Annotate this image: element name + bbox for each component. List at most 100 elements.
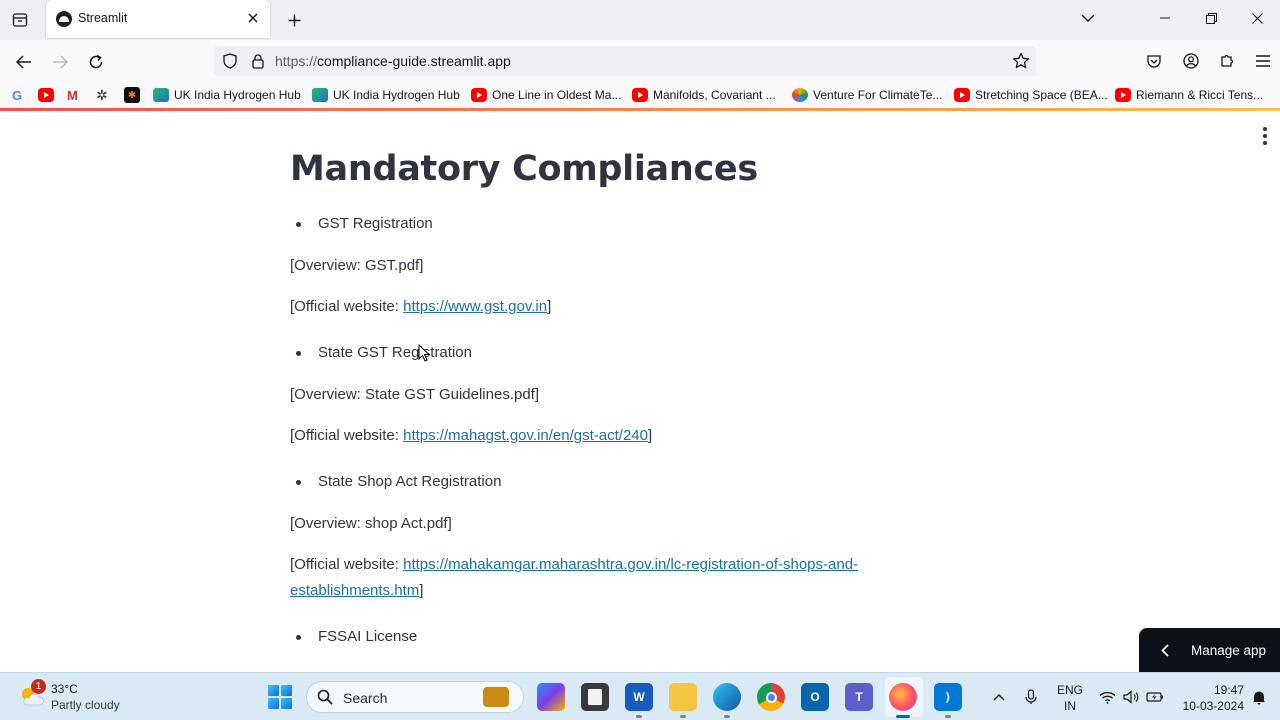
show-hidden-icons-chevron-up-icon[interactable] — [990, 688, 1008, 706]
list-all-tabs-chevron-down-icon[interactable] — [1078, 8, 1098, 28]
browser-tab-bar: Streamlit — [0, 0, 1280, 40]
list-item-state-gst-registration: State GST Registration — [296, 344, 472, 361]
file-explorer-icon[interactable] — [669, 683, 697, 718]
website-prefix: [Official website: — [290, 556, 404, 573]
url-text: https://compliance-guide.streamlit.app — [275, 53, 511, 69]
microphone-icon[interactable] — [1022, 688, 1040, 706]
bookmark-uk-india-hydrogen-hub-2[interactable]: UK India Hydrogen Hub — [312, 86, 460, 104]
bookmark-riemann[interactable]: Riemann & Ricci Tens... — [1115, 86, 1263, 104]
manage-app-button[interactable]: Manage app — [1139, 628, 1280, 672]
notification-bell-icon[interactable] — [1250, 688, 1268, 706]
main-menu-kebab-icon[interactable] — [1262, 127, 1268, 145]
close-tab-icon[interactable] — [244, 9, 262, 27]
tab-title: Streamlit — [78, 11, 128, 25]
forward-arrow-icon[interactable] — [47, 49, 73, 75]
bookmark-gmail[interactable]: M — [67, 86, 78, 104]
browser-nav-bar: https://compliance-guide.streamlit.app — [0, 40, 1280, 82]
clock-date: 10-03-2024 — [1182, 699, 1244, 713]
url-bar[interactable]: https://compliance-guide.streamlit.app — [214, 46, 1036, 76]
bookmark-app[interactable]: ✱ — [124, 86, 145, 104]
teams-icon[interactable]: T — [845, 683, 873, 711]
minimize-icon[interactable] — [1142, 0, 1188, 36]
bookmark-label: One Line in Oldest Ma... — [492, 88, 622, 102]
clock-time: 19:47 — [1213, 683, 1244, 697]
gmail-icon: M — [67, 87, 78, 103]
website-prefix: [Official website: — [290, 427, 404, 444]
bookmark-one-line[interactable]: One Line in Oldest Ma... — [471, 86, 621, 104]
file-app-icon[interactable] — [581, 683, 609, 711]
official-website-shop-act: [Official website: https://mahakamgar.ma… — [290, 552, 910, 604]
url-scheme: https:// — [275, 53, 318, 69]
bookmark-label: Manifolds, Covariant ... — [653, 88, 776, 102]
close-window-icon[interactable] — [1234, 0, 1280, 36]
website-prefix: [Official website: — [290, 298, 404, 315]
reload-icon[interactable] — [83, 49, 109, 75]
weather-condition: Partly cloudy — [51, 698, 120, 712]
bookmark-google[interactable]: G — [12, 86, 22, 104]
gst-website-link[interactable]: https://www.gst.gov.in — [403, 298, 547, 315]
bookmark-stretching-space[interactable]: Stretching Space (BEA... — [954, 86, 1108, 104]
volume-icon[interactable] — [1122, 688, 1140, 706]
website-suffix: ] — [419, 582, 424, 599]
lock-icon[interactable] — [250, 53, 266, 69]
mouse-cursor-icon — [418, 344, 430, 362]
bookmark-uk-india-hydrogen-hub-1[interactable]: UK India Hydrogen Hub — [153, 86, 301, 104]
youtube-icon — [632, 88, 648, 102]
edge-icon[interactable] — [713, 683, 741, 718]
word-icon[interactable]: W — [625, 683, 653, 718]
search-highlight-icon — [483, 687, 509, 707]
list-item-state-shop-act-registration: State Shop Act Registration — [295, 473, 502, 490]
battery-charging-icon[interactable] — [1146, 688, 1164, 706]
app-main-content: Mandatory Compliances GST Registration [… — [0, 111, 1280, 672]
state-gst-website-link[interactable]: https://mahagst.gov.in/en/gst-act/240 — [403, 427, 648, 444]
outlook-icon[interactable]: O — [801, 683, 829, 711]
youtube-icon — [471, 88, 487, 102]
url-host: compliance-guide.streamlit.app — [317, 53, 511, 69]
list-item-fssai-license: FSSAI License — [295, 628, 418, 645]
official-website-state-gst: [Official website: https://mahagst.gov.i… — [290, 423, 652, 449]
new-tab-plus-icon[interactable] — [282, 8, 306, 32]
youtube-icon — [1115, 88, 1131, 102]
input-language-indicator[interactable]: ENG IN — [1056, 682, 1084, 714]
google-icon: G — [12, 87, 23, 103]
wifi-icon[interactable] — [1098, 688, 1116, 706]
manage-app-label: Manage app — [1191, 642, 1267, 658]
streamlit-favicon-icon — [56, 11, 72, 27]
taskbar-search-box[interactable]: Search — [306, 681, 524, 713]
chevron-left-icon — [1161, 643, 1175, 657]
bookmark-label: Riemann & Ricci Tens... — [1136, 88, 1264, 102]
copilot-preview-icon[interactable] — [537, 683, 565, 711]
hamburger-menu-icon[interactable] — [1252, 50, 1274, 72]
pocket-icon[interactable] — [1143, 50, 1165, 72]
account-icon[interactable] — [1180, 50, 1202, 72]
restore-icon[interactable] — [1188, 0, 1234, 36]
page-title: Mandatory Compliances — [290, 149, 758, 189]
overview-shop-act: [Overview: shop Act.pdf] — [290, 515, 452, 532]
list-item-gst-registration: GST Registration — [296, 215, 433, 232]
windows-start-icon[interactable] — [268, 685, 292, 709]
vscode-icon[interactable]: ⟩ — [934, 683, 962, 718]
chrome-icon[interactable] — [757, 683, 785, 711]
bookmark-manifolds[interactable]: Manifolds, Covariant ... — [632, 86, 776, 104]
bookmark-star-icon[interactable] — [1012, 52, 1030, 70]
bookmark-settings[interactable]: ✲ — [96, 86, 108, 104]
firefox-icon[interactable] — [889, 683, 917, 718]
youtube-icon — [38, 88, 54, 102]
back-arrow-icon[interactable] — [11, 49, 37, 75]
bookmarks-toolbar: G M ✲ ✱ UK India Hydrogen Hub UK India H… — [0, 82, 1280, 108]
language-region: IN — [1064, 699, 1076, 713]
weather-widget[interactable]: 1 33°C Partly cloudy — [16, 679, 156, 715]
hub-icon — [312, 88, 328, 102]
system-clock[interactable]: 19:47 10-03-2024 — [1178, 682, 1244, 714]
windows-taskbar: 1 33°C Partly cloudy Search W O T ⟩ ENG … — [0, 672, 1280, 720]
tab-list-icon[interactable] — [8, 8, 32, 32]
website-suffix: ] — [547, 298, 552, 315]
bookmark-youtube[interactable] — [38, 86, 59, 104]
bookmark-label: Stretching Space (BEA... — [975, 88, 1108, 102]
extensions-puzzle-icon[interactable] — [1216, 50, 1238, 72]
search-label: Search — [343, 690, 388, 706]
tracking-protection-shield-icon[interactable] — [222, 53, 238, 69]
bookmark-venture[interactable]: Venture For ClimateTe... — [792, 86, 942, 104]
browser-tab-active[interactable]: Streamlit — [46, 0, 270, 38]
bookmark-label: UK India Hydrogen Hub — [174, 88, 301, 102]
